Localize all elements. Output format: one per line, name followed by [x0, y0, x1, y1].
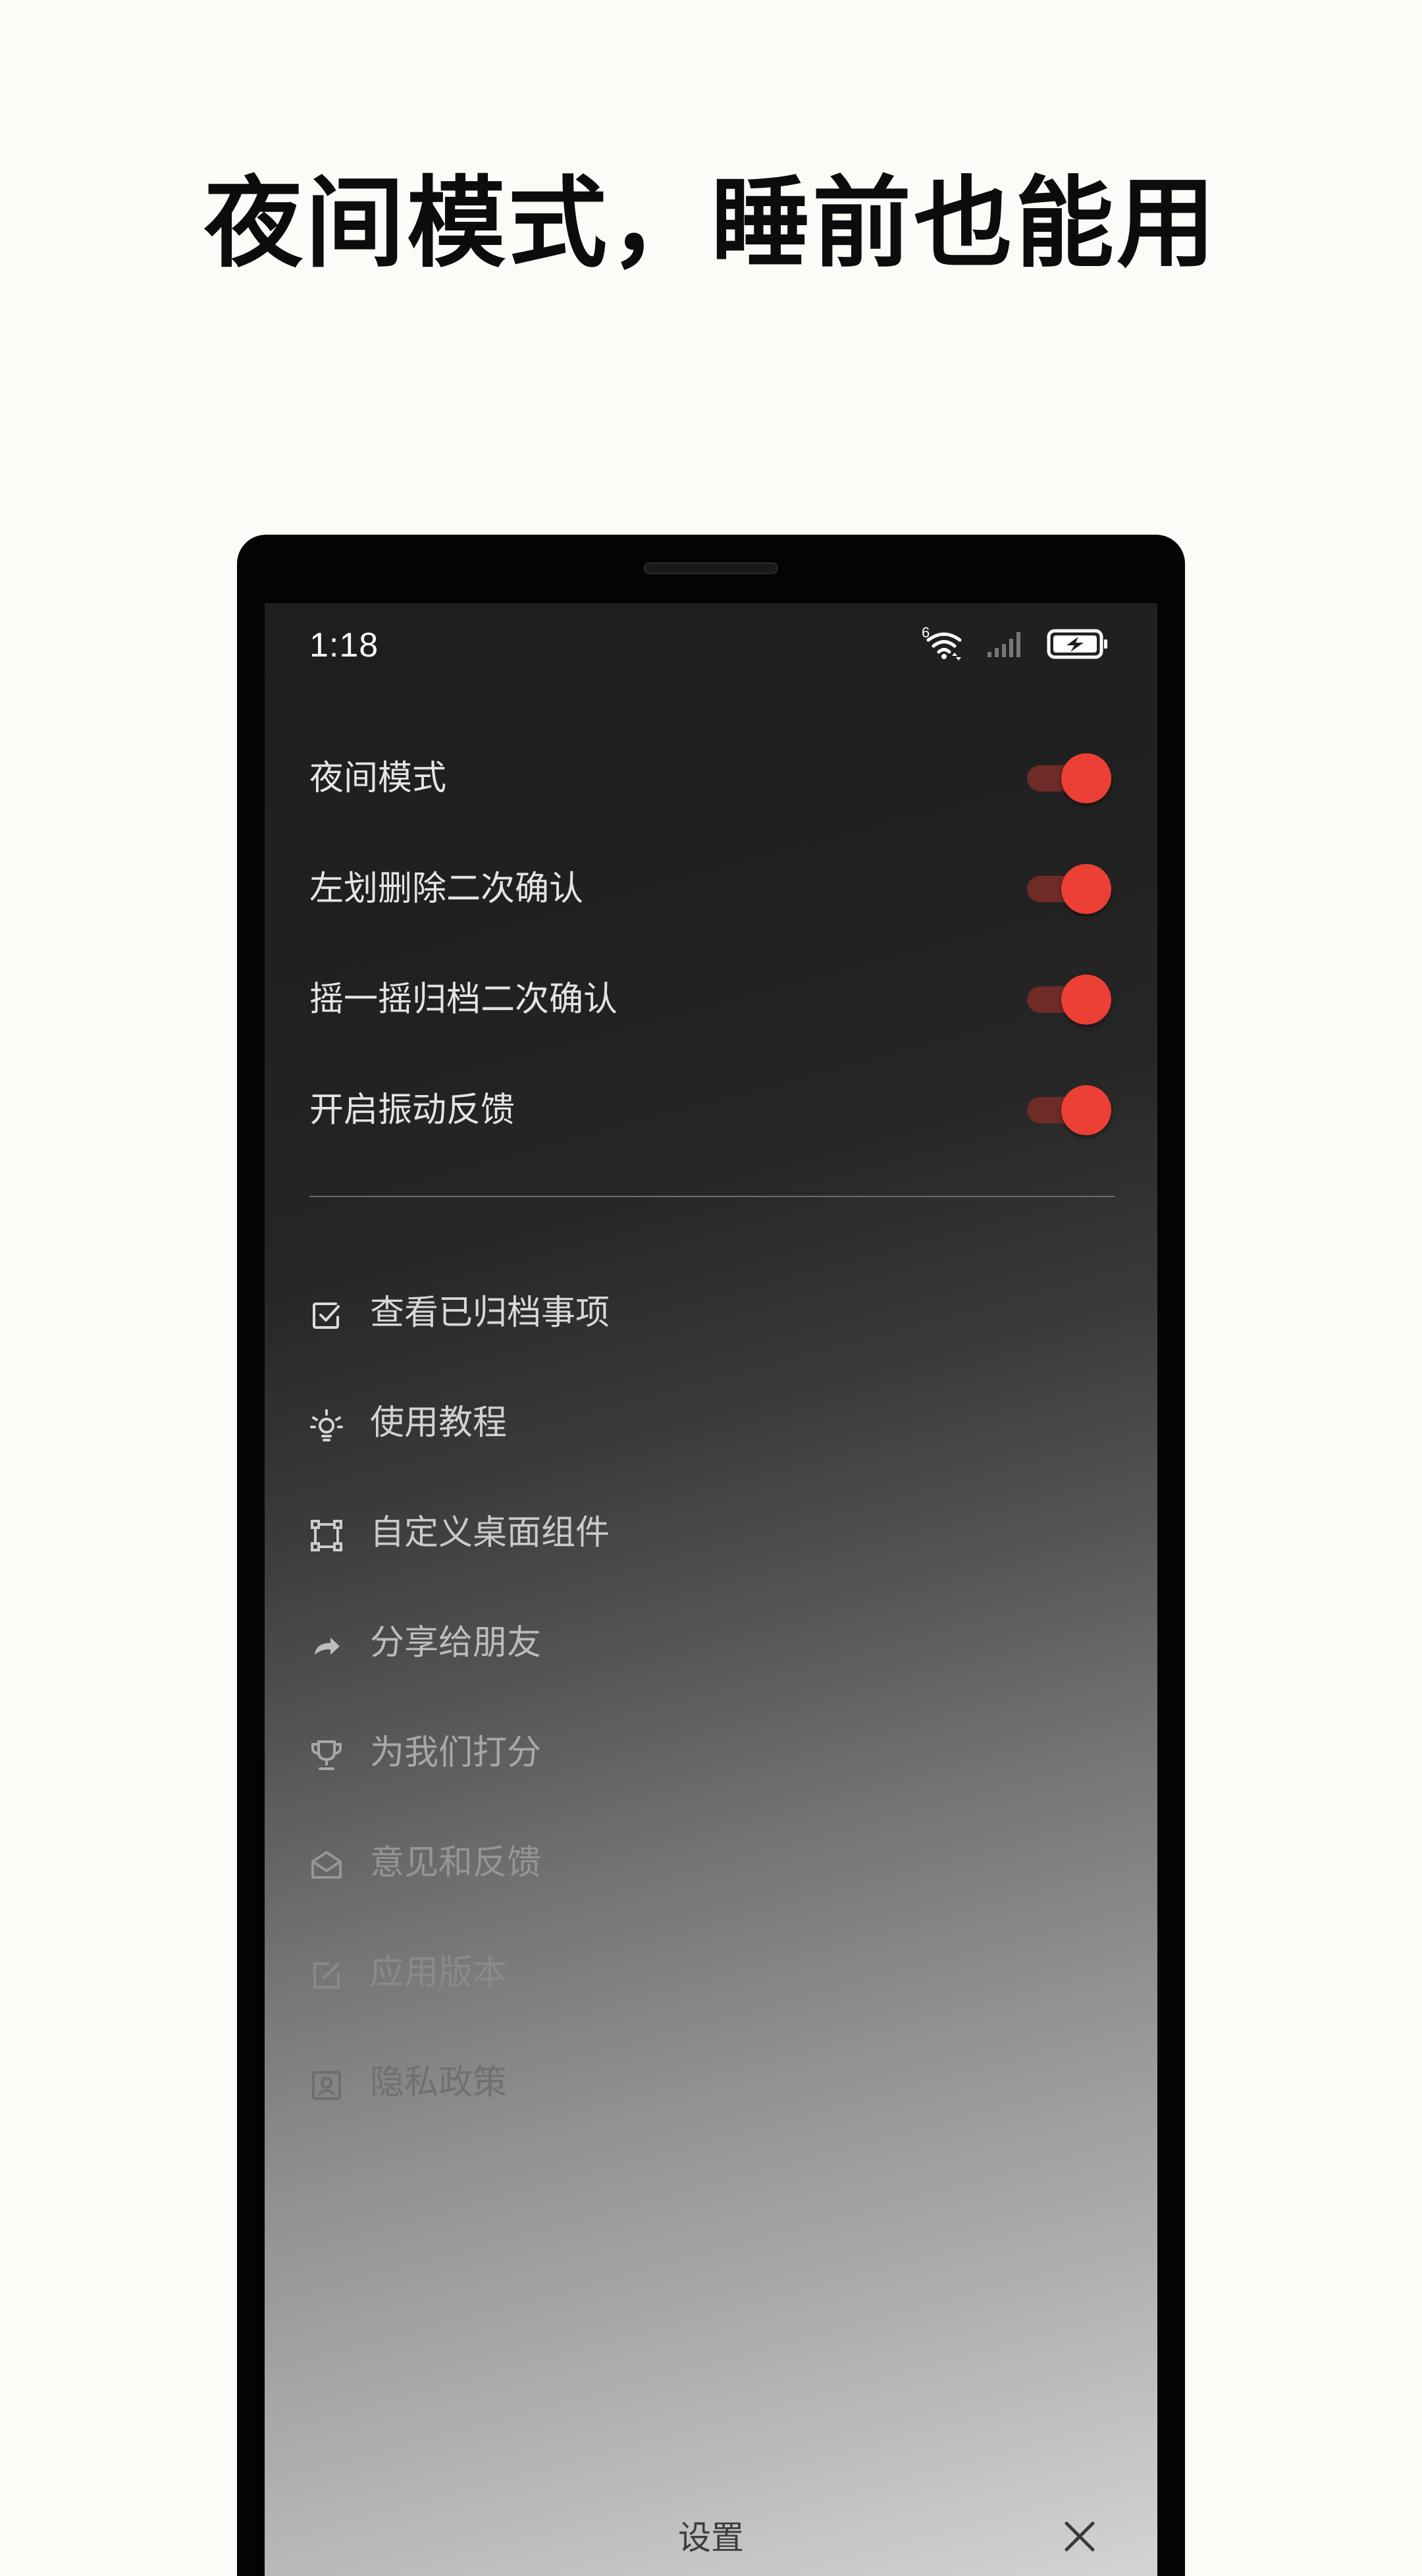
toggle-label: 开启振动反馈 — [309, 1090, 515, 1130]
bottom-bar-title: 设置 — [678, 2519, 744, 2557]
checkbox-icon — [309, 1299, 344, 1333]
battery-charging-icon — [1047, 628, 1109, 660]
menu-label: 应用版本 — [370, 1953, 508, 1993]
page-headline: 夜间模式，睡前也能用 — [203, 167, 1218, 281]
wifi-badge: 6 — [922, 624, 930, 641]
widget-frame-icon — [309, 1518, 344, 1553]
settings-screen: 1:18 6 夜间模式 左划删除二次确认 摇一摇归档二次确认 开启振动反馈 查看… — [265, 603, 1157, 2576]
menu-label: 自定义桌面组件 — [370, 1513, 610, 1553]
night-mode-switch[interactable] — [1024, 752, 1114, 805]
status-icons: 6 — [922, 624, 1109, 661]
shake-archive-confirm-switch[interactable] — [1024, 973, 1114, 1026]
toggle-row-vibration-feedback[interactable]: 开启振动反馈 — [265, 1064, 1157, 1156]
menu-item-widgets[interactable]: 自定义桌面组件 — [265, 1486, 1157, 1584]
close-icon — [1065, 2521, 1095, 2552]
toggle-row-swipe-delete-confirm[interactable]: 左划删除二次确认 — [265, 843, 1157, 935]
close-button[interactable] — [1059, 2515, 1101, 2558]
toggle-label: 夜间模式 — [309, 759, 447, 798]
lightbulb-icon — [309, 1409, 344, 1443]
menu-item-privacy[interactable]: 隐私政策 — [265, 2035, 1157, 2134]
signal-icon — [986, 630, 1024, 658]
menu-label: 查看已归档事项 — [370, 1293, 610, 1333]
bottom-bar: 设置 — [265, 2493, 1157, 2576]
menu-item-feedback[interactable]: 意见和反馈 — [265, 1815, 1157, 1914]
menu-label: 意见和反馈 — [370, 1843, 542, 1883]
menu-item-share[interactable]: 分享给朋友 — [265, 1596, 1157, 1694]
vibration-feedback-switch[interactable] — [1024, 1084, 1114, 1137]
switch-knob — [1061, 1085, 1111, 1135]
menu-label: 隐私政策 — [370, 2063, 508, 2103]
phone-frame: 1:18 6 夜间模式 左划删除二次确认 摇一摇归档二次确认 开启振动反馈 查看… — [237, 535, 1185, 2576]
status-time: 1:18 — [309, 626, 379, 664]
menu-item-archived[interactable]: 查看已归档事项 — [265, 1266, 1157, 1364]
menu-label: 使用教程 — [370, 1403, 508, 1443]
switch-knob — [1061, 753, 1111, 803]
menu-item-version[interactable]: 应用版本 — [265, 1925, 1157, 2024]
contact-card-icon — [309, 2068, 344, 2103]
wifi-icon: 6 — [922, 624, 964, 661]
switch-knob — [1061, 864, 1111, 914]
edit-icon — [309, 1958, 344, 1993]
toggle-row-shake-archive-confirm[interactable]: 摇一摇归档二次确认 — [265, 953, 1157, 1046]
section-divider — [309, 1196, 1115, 1197]
menu-item-tutorial[interactable]: 使用教程 — [265, 1376, 1157, 1474]
status-bar: 1:18 6 — [265, 603, 1157, 695]
phone-speaker — [644, 562, 778, 574]
menu-item-rate[interactable]: 为我们打分 — [265, 1705, 1157, 1804]
toggle-label: 左划删除二次确认 — [309, 869, 584, 909]
swipe-delete-confirm-switch[interactable] — [1024, 863, 1114, 915]
toggle-row-night-mode[interactable]: 夜间模式 — [265, 732, 1157, 824]
share-arrow-icon — [309, 1628, 344, 1663]
mail-open-icon — [309, 1848, 344, 1883]
menu-label: 分享给朋友 — [370, 1623, 542, 1663]
menu-label: 为我们打分 — [370, 1733, 542, 1773]
switch-knob — [1061, 975, 1111, 1025]
trophy-icon — [309, 1738, 344, 1773]
toggle-label: 摇一摇归档二次确认 — [309, 980, 618, 1019]
